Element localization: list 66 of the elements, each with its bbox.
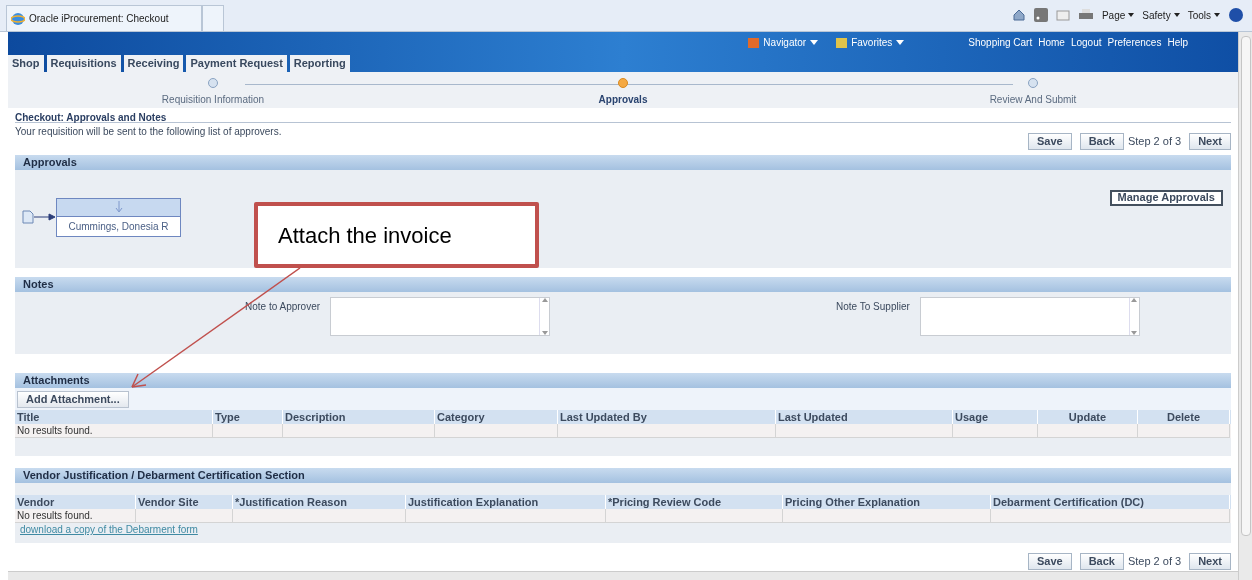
toolbar-menu[interactable]: Safety — [1142, 7, 1180, 23]
caret-icon — [1214, 13, 1220, 17]
nav-tab[interactable]: Receiving — [123, 55, 184, 72]
scroll-down-icon[interactable] — [1131, 331, 1138, 335]
debarment-form-link[interactable]: download a copy of the Debarment form — [15, 523, 198, 537]
back-button[interactable]: Back — [1079, 133, 1124, 150]
browser-tab[interactable]: Oracle iProcurement: Checkout — [6, 5, 202, 31]
caret-icon — [896, 40, 905, 45]
nav-tab[interactable]: Reporting — [289, 55, 350, 72]
browser-icon — [11, 11, 25, 26]
empty-message: No results found. — [17, 510, 93, 521]
page-description: Your requisition will be sent to the following list of approvers. — [15, 125, 283, 139]
caret-icon — [1128, 13, 1135, 17]
caret-icon — [810, 40, 819, 45]
help-icon[interactable] — [1228, 7, 1244, 23]
scroll-down-icon[interactable] — [541, 331, 548, 335]
manage-approvals-button[interactable]: Manage Approvals — [1109, 189, 1223, 206]
header-link[interactable]: Logout — [1070, 35, 1102, 50]
print-icon[interactable] — [1077, 8, 1094, 22]
vertical-scrollbar[interactable] — [1238, 32, 1252, 580]
header-link[interactable]: Help — [1167, 35, 1188, 50]
nav-tab[interactable]: Shop — [8, 55, 44, 72]
header-link[interactable]: Preferences — [1107, 35, 1162, 50]
nav-tab[interactable]: Requisitions — [46, 55, 121, 72]
train-step[interactable]: Review And Submit — [989, 92, 1077, 107]
train-step[interactable]: Approvals — [598, 92, 648, 107]
mail-icon[interactable] — [1055, 9, 1070, 21]
down-arrow-icon — [114, 201, 123, 213]
next-button[interactable]: Next — [1189, 133, 1231, 150]
caret-icon — [1173, 13, 1180, 17]
header-link[interactable]: Home — [1038, 35, 1065, 50]
header-menu[interactable]: Navigator — [763, 35, 819, 50]
approver-node[interactable]: Cummings, Donesia R — [56, 197, 181, 237]
section-header: Approvals — [15, 155, 1231, 170]
rss-icon[interactable] — [1033, 8, 1048, 22]
next-button[interactable]: Next — [1189, 553, 1231, 570]
callout-box: Attach the invoice — [254, 202, 539, 268]
step-indicator: Step 2 of 3 — [1127, 554, 1182, 570]
note-textarea[interactable] — [330, 297, 551, 336]
header-menu[interactable]: Favorites — [851, 35, 905, 50]
page-title: Checkout: Approvals and Notes — [15, 108, 1231, 123]
section-header: Attachments — [15, 373, 1231, 388]
scroll-up-icon[interactable] — [1131, 298, 1138, 302]
field-label: Note To Supplier — [836, 300, 910, 314]
connector-arrow — [34, 213, 56, 221]
empty-message: No results found. — [17, 425, 93, 436]
navigator-icon — [748, 37, 760, 48]
section-header: Notes — [15, 277, 1231, 292]
nav-tab[interactable]: Payment Request — [186, 55, 287, 72]
train-step[interactable]: Requisition Information — [161, 92, 265, 107]
scroll-up-icon[interactable] — [541, 298, 548, 302]
back-button[interactable]: Back — [1079, 553, 1124, 570]
note-textarea[interactable] — [919, 297, 1140, 336]
field-label: Note to Approver — [245, 300, 321, 314]
step-indicator: Step 2 of 3 — [1127, 134, 1182, 150]
toolbar-menu[interactable]: Tools — [1187, 7, 1220, 23]
toolbar-menu[interactable]: Page — [1101, 7, 1135, 23]
section-header: Vendor Justification / Debarment Certification Section — [15, 468, 1231, 483]
new-tab-button[interactable] — [202, 5, 224, 31]
save-button[interactable]: Save — [1027, 133, 1072, 150]
add-attachment-button[interactable]: Add Attachment... — [17, 391, 129, 408]
save-button[interactable]: Save — [1027, 553, 1072, 570]
document-icon — [22, 210, 34, 224]
home-icon[interactable] — [1011, 8, 1026, 22]
header-link[interactable]: Shopping Cart — [968, 35, 1033, 50]
favorites-icon — [836, 37, 848, 48]
